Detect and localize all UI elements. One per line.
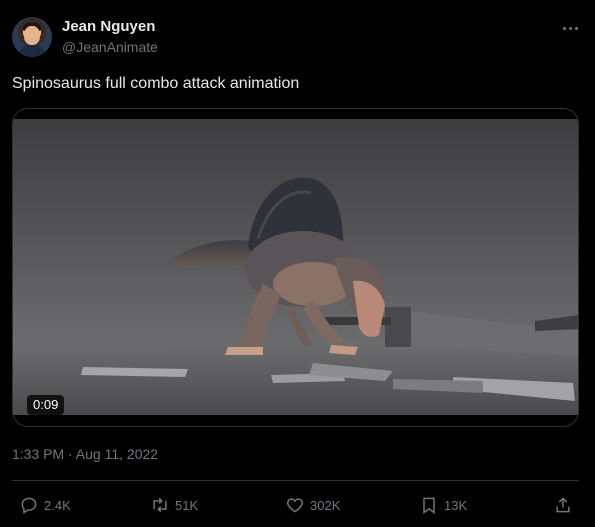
share-button[interactable] <box>553 494 578 516</box>
retweet-button[interactable]: 51K <box>150 494 198 516</box>
reply-button[interactable]: 2.4K <box>19 494 71 516</box>
video-frame <box>13 109 578 426</box>
author-handle[interactable]: @JeanAnimate <box>62 39 158 55</box>
tweet: Jean Nguyen @JeanAnimate Spinosaurus ful… <box>0 0 595 527</box>
more-icon[interactable] <box>558 16 582 40</box>
like-button[interactable]: 302K <box>285 494 340 516</box>
video-duration: 0:09 <box>27 395 65 415</box>
reply-icon <box>21 497 37 514</box>
avatar[interactable] <box>12 17 52 57</box>
share-icon <box>556 497 570 513</box>
like-count: 302K <box>310 497 341 513</box>
retweet-icon <box>153 497 167 513</box>
bookmark-count: 13K <box>444 497 468 513</box>
tweet-text: Spinosaurus full combo attack animation <box>12 75 300 92</box>
reply-count: 2.4K <box>44 497 71 513</box>
video-player[interactable]: 0:09 <box>12 108 579 427</box>
author-name[interactable]: Jean Nguyen <box>62 18 155 35</box>
retweet-count: 51K <box>175 497 199 513</box>
bookmark-icon <box>423 497 435 514</box>
divider <box>12 480 579 481</box>
bookmark-button[interactable]: 13K <box>419 494 467 516</box>
tweet-timestamp[interactable]: 1:33 PM · Aug 11, 2022 <box>12 446 158 462</box>
heart-icon <box>286 498 304 513</box>
